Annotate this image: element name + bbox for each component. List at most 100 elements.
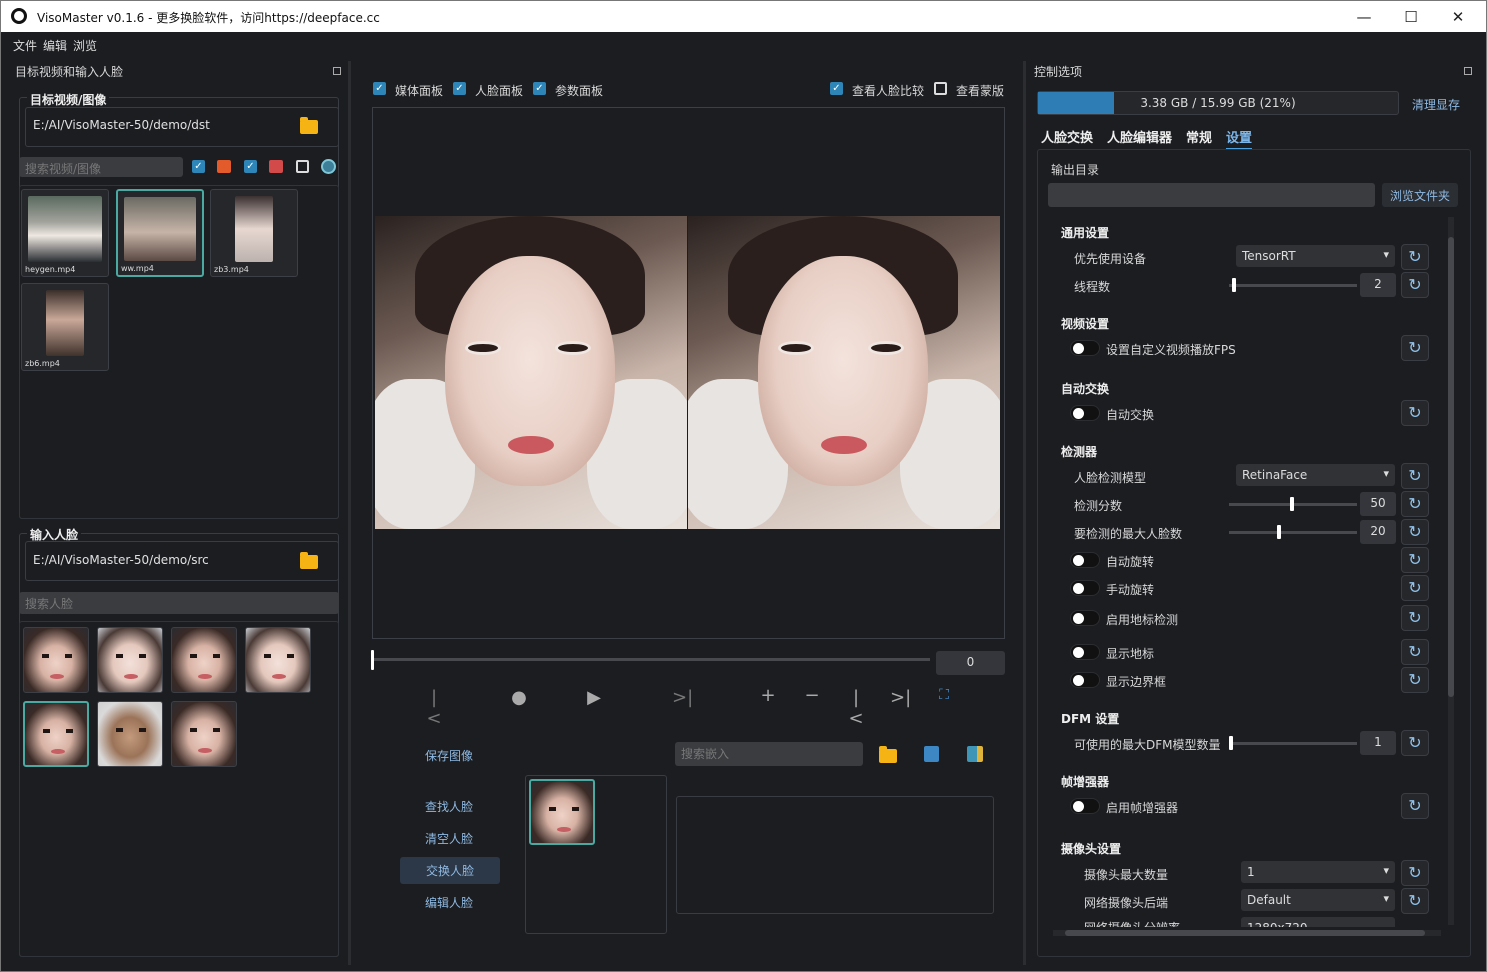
webcam-max-select[interactable]: 1 ▾ xyxy=(1241,861,1395,883)
auto-rotate-toggle[interactable] xyxy=(1070,552,1100,568)
reset-show-landmarks-icon[interactable]: ↻ xyxy=(1401,639,1429,665)
fullscreen-icon[interactable]: ⛶ xyxy=(934,687,954,703)
frame-enhancer-toggle[interactable] xyxy=(1070,798,1100,814)
play-icon[interactable]: ▶ xyxy=(584,687,604,708)
max-faces-handle[interactable] xyxy=(1277,525,1281,539)
media-panel-checkbox[interactable]: ✓ xyxy=(373,82,386,95)
source-folder-icon[interactable] xyxy=(300,552,318,569)
menu-file[interactable]: 文件 xyxy=(13,37,37,54)
next-marker-icon[interactable]: >| xyxy=(890,687,911,708)
clear-faces-button[interactable]: 清空人脸 xyxy=(425,830,473,847)
filter-videos-checkbox[interactable]: ✓ xyxy=(192,160,205,173)
float-right-panel-icon[interactable] xyxy=(1464,67,1472,75)
tab-face-swap[interactable]: 人脸交换 xyxy=(1041,127,1093,150)
swap-faces-button[interactable]: 交换人脸 xyxy=(400,857,501,884)
reset-threads-icon[interactable]: ↻ xyxy=(1401,272,1429,298)
save-image-button[interactable]: 保存图像 xyxy=(425,747,473,764)
reset-webcam-backend-icon[interactable]: ↻ xyxy=(1401,888,1429,914)
open-embedding-icon[interactable] xyxy=(879,746,897,763)
target-face-1[interactable] xyxy=(529,779,595,845)
video-thumb-ww[interactable]: ww.mp4 xyxy=(116,189,204,277)
landmark-detect-toggle[interactable] xyxy=(1070,610,1100,626)
timeline-handle[interactable] xyxy=(371,650,374,670)
reset-auto-rotate-icon[interactable]: ↻ xyxy=(1401,547,1429,573)
reset-detect-model-icon[interactable]: ↻ xyxy=(1401,463,1429,489)
detect-score-handle[interactable] xyxy=(1290,497,1294,511)
menu-view[interactable]: 浏览 xyxy=(73,37,97,54)
tab-face-editor[interactable]: 人脸编辑器 xyxy=(1107,127,1172,150)
param-panel-checkbox[interactable]: ✓ xyxy=(533,82,546,95)
record-icon[interactable]: ● xyxy=(509,687,529,708)
left-splitter[interactable] xyxy=(348,61,351,965)
maximize-button[interactable]: ☐ xyxy=(1388,1,1434,32)
timeline-slider[interactable] xyxy=(373,658,930,661)
output-dir-input[interactable] xyxy=(1048,183,1375,207)
settings-hscrollbar[interactable] xyxy=(1053,930,1441,936)
settings-vscrollbar[interactable] xyxy=(1448,217,1454,925)
source-face-5[interactable] xyxy=(23,701,89,767)
threads-handle[interactable] xyxy=(1232,278,1236,292)
max-faces-value[interactable]: 20 xyxy=(1360,520,1396,544)
reset-manual-rotate-icon[interactable]: ↻ xyxy=(1401,575,1429,601)
reset-fps-icon[interactable]: ↻ xyxy=(1401,335,1429,361)
source-face-1[interactable] xyxy=(23,627,89,693)
reset-max-faces-icon[interactable]: ↻ xyxy=(1401,519,1429,545)
minimize-button[interactable]: — xyxy=(1341,1,1387,32)
tab-general[interactable]: 常规 xyxy=(1186,127,1212,150)
manual-rotate-toggle[interactable] xyxy=(1070,580,1100,596)
next-frame-icon[interactable]: >| xyxy=(672,687,693,708)
custom-fps-toggle[interactable] xyxy=(1070,340,1100,356)
max-faces-slider[interactable] xyxy=(1229,531,1357,534)
filter-webcam-checkbox[interactable] xyxy=(296,160,309,173)
clear-memory-button[interactable]: 清理显存 xyxy=(1412,96,1460,113)
prev-frame-icon[interactable]: |< xyxy=(424,687,444,729)
tab-settings[interactable]: 设置 xyxy=(1226,127,1253,150)
reset-dfm-models-icon[interactable]: ↻ xyxy=(1401,730,1429,756)
threads-slider[interactable] xyxy=(1229,284,1357,287)
autoswap-toggle[interactable] xyxy=(1070,405,1100,421)
reset-show-bbox-icon[interactable]: ↻ xyxy=(1401,667,1429,693)
edit-faces-button[interactable]: 编辑人脸 xyxy=(425,894,473,911)
face-search-input[interactable]: 搜索人脸 xyxy=(19,592,339,614)
right-splitter[interactable] xyxy=(1023,61,1026,965)
filter-images-checkbox[interactable]: ✓ xyxy=(244,160,257,173)
embedding-search-input[interactable]: 搜索嵌入 xyxy=(675,742,863,766)
detect-model-select[interactable]: RetinaFace ▾ xyxy=(1236,464,1395,486)
compare-checkbox[interactable]: ✓ xyxy=(830,82,843,95)
video-thumb-heygen[interactable]: heygen.mp4 xyxy=(21,189,109,277)
reset-landmark-detect-icon[interactable]: ↻ xyxy=(1401,605,1429,631)
frame-number[interactable]: 0 xyxy=(936,651,1005,675)
dfm-models-value[interactable]: 1 xyxy=(1360,731,1396,755)
reset-autoswap-icon[interactable]: ↻ xyxy=(1401,400,1429,426)
find-faces-button[interactable]: 查找人脸 xyxy=(425,798,473,815)
reset-webcam-max-icon[interactable]: ↻ xyxy=(1401,860,1429,886)
webcam-res-select[interactable]: 1280x720 xyxy=(1241,917,1395,927)
source-face-7[interactable] xyxy=(171,701,237,767)
save-as-embedding-icon[interactable] xyxy=(967,746,983,762)
video-search-input[interactable]: 搜索视频/图像 xyxy=(19,157,183,177)
show-bbox-toggle[interactable] xyxy=(1070,672,1100,688)
close-button[interactable]: ✕ xyxy=(1435,1,1481,32)
source-face-3[interactable] xyxy=(171,627,237,693)
prev-marker-icon[interactable]: |< xyxy=(846,687,866,729)
reset-device-icon[interactable]: ↻ xyxy=(1401,244,1429,270)
dfm-models-handle[interactable] xyxy=(1229,736,1233,750)
add-marker-icon[interactable]: + xyxy=(758,685,778,706)
target-folder-icon[interactable] xyxy=(300,117,318,134)
reset-detect-score-icon[interactable]: ↻ xyxy=(1401,491,1429,517)
source-face-4[interactable] xyxy=(245,627,311,693)
video-thumb-zb3[interactable]: zb3.mp4 xyxy=(210,189,298,277)
dfm-models-slider[interactable] xyxy=(1229,742,1357,745)
remove-marker-icon[interactable]: − xyxy=(802,685,822,706)
show-landmarks-toggle[interactable] xyxy=(1070,644,1100,660)
save-embedding-icon[interactable] xyxy=(924,746,939,762)
menu-edit[interactable]: 编辑 xyxy=(43,37,67,54)
threads-value[interactable]: 2 xyxy=(1360,273,1396,297)
mask-checkbox[interactable] xyxy=(934,82,947,95)
source-face-6[interactable] xyxy=(97,701,163,767)
video-thumb-zb6[interactable]: zb6.mp4 xyxy=(21,283,109,371)
reset-frame-enhancer-icon[interactable]: ↻ xyxy=(1401,793,1429,819)
browse-folder-button[interactable]: 浏览文件夹 xyxy=(1382,183,1458,207)
source-face-2[interactable] xyxy=(97,627,163,693)
device-select[interactable]: TensorRT ▾ xyxy=(1236,245,1395,267)
